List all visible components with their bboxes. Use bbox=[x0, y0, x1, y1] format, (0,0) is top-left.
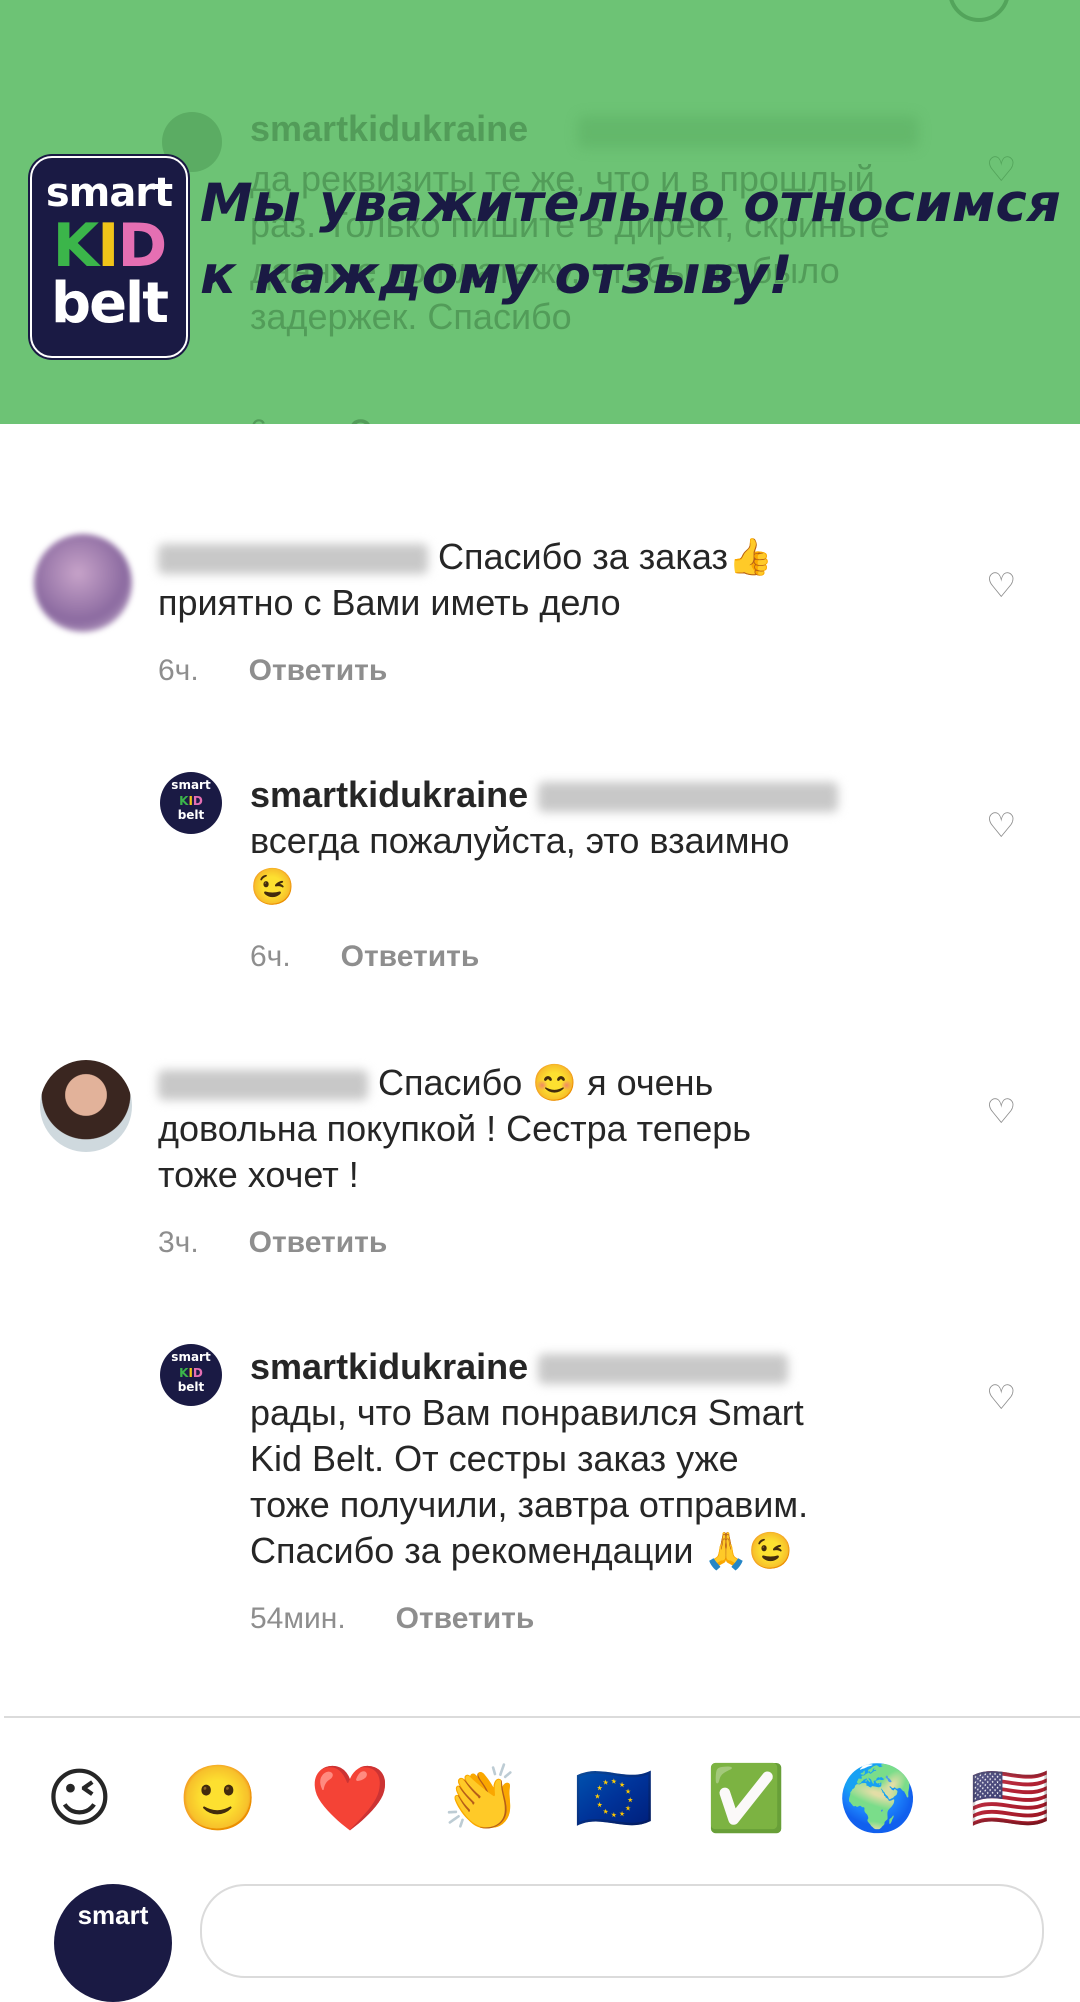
comment-line: рады, что Вам понравился Smart bbox=[250, 1392, 804, 1433]
promo-banner: smartkidukraine ♡ да реквизиты те же, чт… bbox=[0, 0, 1080, 424]
blurred-mention[interactable] bbox=[538, 782, 839, 813]
avatar-brand[interactable]: smart KID belt bbox=[160, 1344, 222, 1406]
comment-line: всегда пожалуйста, это взаимно bbox=[250, 820, 790, 861]
comment-meta: 6ч. Ответить bbox=[158, 654, 387, 688]
emoji-smile[interactable]: 🙂 bbox=[178, 1756, 258, 1842]
blurred-mention[interactable] bbox=[538, 1354, 789, 1385]
emoji-eu-flag[interactable]: 🇪🇺 bbox=[574, 1756, 654, 1842]
username[interactable]: smartkidukraine bbox=[250, 1346, 528, 1387]
ghost-circle-icon bbox=[948, 0, 1010, 22]
ghost-comment-meta: 6ч. Ответить bbox=[250, 414, 488, 424]
comment-meta: 6ч. Ответить bbox=[250, 940, 479, 974]
logo-belt-text: belt bbox=[50, 271, 169, 336]
emoji-check[interactable]: ✅ bbox=[706, 1756, 786, 1842]
smart-kid-belt-logo: smart KID belt bbox=[30, 156, 188, 358]
comment-line: приятно с Вами иметь дело bbox=[158, 582, 621, 623]
reply-button[interactable]: Ответить bbox=[341, 940, 480, 973]
emoji-heart[interactable]: ❤️ bbox=[310, 1756, 390, 1842]
headline-line-1: Мы уважительно относимся bbox=[200, 173, 1061, 234]
avatar-blurred[interactable] bbox=[34, 534, 132, 632]
current-user-avatar: smart bbox=[54, 1884, 172, 2002]
avatar-brand[interactable]: smart KID belt bbox=[160, 772, 222, 834]
heart-outline-icon[interactable]: ♡ bbox=[986, 1378, 1016, 1418]
comment-input[interactable] bbox=[200, 1884, 1044, 1978]
comment-meta: 54мин. Ответить bbox=[250, 1602, 534, 1636]
divider bbox=[4, 1716, 1080, 1718]
headline-line-2: к каждому отзыву! bbox=[200, 245, 793, 306]
ghost-blurred-mention bbox=[578, 116, 918, 148]
emoji-globe[interactable]: 🌍 bbox=[838, 1756, 918, 1842]
heart-outline-icon[interactable]: ♡ bbox=[986, 1092, 1016, 1132]
comment-text: smartkidukraine рады, что Вам понравился… bbox=[250, 1344, 970, 1574]
comment-time: 6ч. bbox=[250, 940, 291, 973]
ghost-time: 6ч. bbox=[250, 414, 291, 424]
logo-smart-text: smart bbox=[45, 170, 173, 216]
ghost-username: smartkidukraine bbox=[250, 108, 529, 149]
reply-button[interactable]: Ответить bbox=[396, 1602, 535, 1635]
comment-line: Спасибо за рекомендации 🙏😉 bbox=[250, 1530, 794, 1571]
comment-line: тоже получили, завтра отправим. bbox=[250, 1484, 809, 1525]
reply-button[interactable]: Ответить bbox=[249, 654, 388, 687]
comment-line: Спасибо 😊 я очень bbox=[378, 1062, 714, 1103]
heart-outline-icon[interactable]: ♡ bbox=[986, 566, 1016, 606]
username[interactable]: smartkidukraine bbox=[250, 774, 528, 815]
banner-headline: Мы уважительно относимся к каждому отзыв… bbox=[200, 168, 1080, 312]
comment-time: 6ч. bbox=[158, 654, 199, 687]
heart-outline-icon[interactable]: ♡ bbox=[986, 806, 1016, 846]
comment-line: Kid Belt. От сестры заказ уже bbox=[250, 1438, 739, 1479]
emoji-clap[interactable]: 👏 bbox=[442, 1756, 522, 1842]
reply-button[interactable]: Ответить bbox=[249, 1226, 388, 1259]
quick-emoji-bar: 😉 🙂 ❤️ 👏 🇪🇺 ✅ 🌍 🇺🇸 bbox=[0, 1756, 1080, 1842]
ghost-reply: Ответить bbox=[349, 414, 488, 424]
comment-text: smartkidukraine всегда пожалуйста, это в… bbox=[250, 772, 950, 910]
comment-line: тоже хочет ! bbox=[158, 1154, 359, 1195]
logo-kid-text: KID bbox=[52, 211, 168, 281]
comment-meta: 3ч. Ответить bbox=[158, 1226, 387, 1260]
comment-line: Спасибо за заказ👍 bbox=[438, 536, 773, 577]
comment-time: 3ч. bbox=[158, 1226, 199, 1259]
comment-text: Спасибо за заказ👍 приятно с Вами иметь д… bbox=[158, 534, 958, 626]
emoji-us-flag[interactable]: 🇺🇸 bbox=[970, 1756, 1050, 1842]
comment-text: Спасибо 😊 я очень довольна покупкой ! Се… bbox=[158, 1060, 958, 1198]
blurred-username[interactable] bbox=[158, 544, 428, 575]
emoji-wink[interactable]: 😉 bbox=[46, 1756, 113, 1842]
comment-time: 54мин. bbox=[250, 1602, 346, 1635]
blurred-username[interactable] bbox=[158, 1070, 368, 1101]
comment-line: 😉 bbox=[250, 866, 295, 907]
comment-line: довольна покупкой ! Сестра теперь bbox=[158, 1108, 752, 1149]
avatar-user-photo[interactable] bbox=[40, 1060, 132, 1152]
